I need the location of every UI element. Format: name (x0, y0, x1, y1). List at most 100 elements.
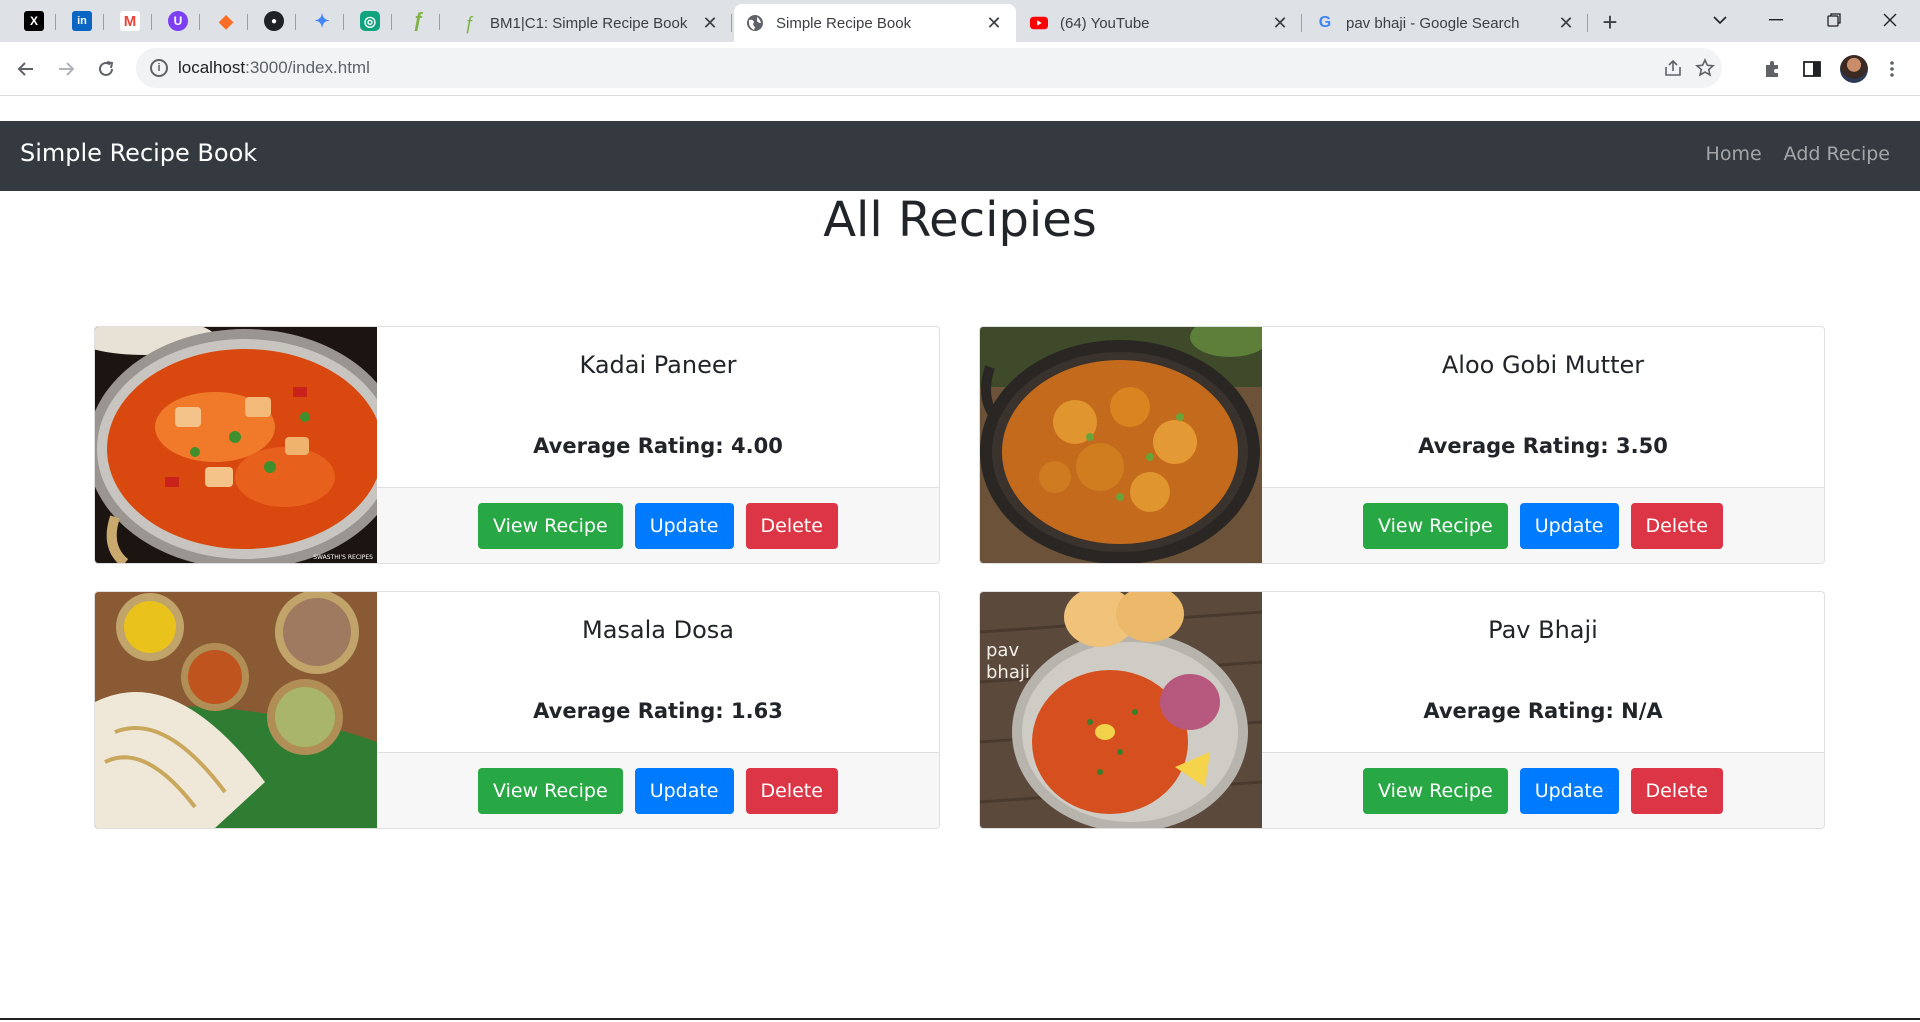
forward-button[interactable] (50, 53, 82, 85)
side-panel-icon[interactable] (1800, 57, 1824, 81)
update-button[interactable]: Update (1519, 502, 1619, 549)
restore-button[interactable] (1806, 0, 1862, 40)
linkedin-icon: in (72, 11, 92, 31)
x-twitter-icon: X (24, 11, 44, 31)
update-button[interactable]: Update (1519, 767, 1619, 814)
google-icon: G (1318, 14, 1332, 31)
close-icon[interactable]: ✕ (1270, 13, 1290, 33)
browser-tab-strip: X in M U ◆ ● ✦ ◎ ƒ ƒ BM1|C1: Simple Reci… (0, 0, 1920, 42)
delete-button[interactable]: Delete (745, 767, 838, 814)
masala-dosa-image (95, 592, 377, 828)
close-icon[interactable]: ✕ (984, 13, 1004, 33)
browser-toolbar: i localhost:3000/index.html (0, 42, 1920, 96)
tab-simple-recipe-book[interactable]: Simple Recipe Book ✕ (734, 4, 1016, 42)
recipe-rating: Average Rating: 1.63 (533, 699, 783, 723)
arrow-left-icon (17, 62, 33, 76)
aloo-gobi-mutter-image (980, 327, 1262, 563)
recipe-name: Aloo Gobi Mutter (1441, 351, 1645, 379)
tab-title: BM1|C1: Simple Recipe Book (490, 14, 688, 32)
recipe-card-body: Masala Dosa Average Rating: 1.63 (377, 592, 939, 752)
kadai-paneer-image: SWASTHI'S RECIPES (95, 327, 377, 563)
recipe-rating: Average Rating: 3.50 (1418, 434, 1668, 458)
github-icon: ● (264, 11, 284, 31)
reload-button[interactable] (90, 53, 122, 85)
pav-bhaji-image: pav bhaji (980, 592, 1262, 828)
delete-button[interactable]: Delete (745, 502, 838, 549)
tab-youtube[interactable]: (64) YouTube ✕ (1018, 4, 1302, 42)
pinned-tab-chatgpt[interactable]: ◎ (348, 6, 392, 36)
pinned-tab-gemini[interactable]: ✦ (300, 6, 344, 36)
bookmark-star-icon[interactable] (1694, 57, 1716, 79)
close-icon (1883, 13, 1897, 27)
tab-search-button[interactable] (1692, 0, 1748, 40)
pinned-tab-gmail[interactable]: M (108, 6, 152, 36)
close-window-button[interactable] (1862, 0, 1918, 40)
nav-link-home[interactable]: Home (1706, 143, 1762, 165)
pinned-tab-app[interactable]: ƒ (396, 6, 440, 36)
recipe-card-footer: View Recipe Update Delete (1262, 487, 1824, 563)
pinned-tab-gitlab[interactable]: ◆ (204, 6, 248, 36)
update-button[interactable]: Update (634, 502, 734, 549)
app-icon: ƒ (412, 9, 424, 32)
info-icon[interactable]: i (150, 59, 168, 77)
recipe-card-footer: View Recipe Update Delete (377, 752, 939, 828)
recipe-card: Masala Dosa Average Rating: 1.63 View Re… (94, 591, 940, 829)
view-recipe-button[interactable]: View Recipe (1363, 502, 1508, 549)
app-icon: ƒ (463, 12, 474, 33)
menu-icon[interactable] (1880, 57, 1904, 81)
youtube-icon (1030, 14, 1048, 32)
recipe-card-footer: View Recipe Update Delete (377, 487, 939, 563)
recipe-card-body: Pav Bhaji Average Rating: N/A (1262, 592, 1824, 752)
page-content: Simple Recipe Book Home Add Recipe All R… (0, 97, 1920, 1020)
minimize-icon (1769, 19, 1783, 21)
close-icon[interactable]: ✕ (700, 13, 720, 33)
delete-button[interactable]: Delete (1630, 767, 1723, 814)
gmail-icon: M (120, 11, 140, 31)
recipe-card: SWASTHI'S RECIPES Kadai Paneer Average R… (94, 326, 940, 564)
tab-title: pav bhaji - Google Search (1346, 14, 1520, 32)
recipe-name: Masala Dosa (581, 616, 734, 644)
pinned-tab-u[interactable]: U (156, 6, 200, 36)
navbar-links: Home Add Recipe (1706, 143, 1890, 165)
recipe-card: pav bhaji Pav Bhaji Average Rating: N/A … (979, 591, 1825, 829)
pinned-tab-github[interactable]: ● (252, 6, 296, 36)
recipe-card: Aloo Gobi Mutter Average Rating: 3.50 Vi… (979, 326, 1825, 564)
recipe-name: Pav Bhaji (1488, 616, 1598, 644)
site-navbar: Simple Recipe Book Home Add Recipe (0, 121, 1920, 191)
globe-icon (746, 14, 764, 32)
pinned-tab-linkedin[interactable]: in (60, 6, 104, 36)
back-button[interactable] (10, 53, 42, 85)
page-bottom-border (0, 1018, 1920, 1020)
extensions-icon[interactable] (1760, 57, 1784, 81)
page-title: All Recipies (823, 192, 1097, 248)
tab-google-search[interactable]: G pav bhaji - Google Search ✕ (1304, 4, 1588, 42)
delete-button[interactable]: Delete (1630, 502, 1723, 549)
tab-bm1-recipe-book[interactable]: ƒ BM1|C1: Simple Recipe Book ✕ (448, 4, 732, 42)
recipe-rating: Average Rating: N/A (1423, 699, 1663, 723)
recipe-rating: Average Rating: 4.00 (533, 434, 783, 458)
profile-avatar[interactable] (1840, 55, 1868, 83)
restore-icon (1827, 13, 1841, 27)
navbar-brand[interactable]: Simple Recipe Book (20, 139, 257, 167)
image-caption: pav bhaji (986, 640, 1030, 683)
reload-icon (99, 61, 114, 76)
tab-title: Simple Recipe Book (776, 14, 912, 32)
new-tab-button[interactable]: + (1596, 7, 1624, 37)
pinned-tab-x[interactable]: X (12, 6, 56, 36)
nav-link-add-recipe[interactable]: Add Recipe (1784, 143, 1890, 165)
chevron-down-icon (1713, 15, 1727, 24)
chatgpt-icon: ◎ (360, 11, 380, 31)
view-recipe-button[interactable]: View Recipe (1363, 767, 1508, 814)
update-button[interactable]: Update (634, 767, 734, 814)
gemini-icon: ✦ (314, 10, 330, 31)
share-icon[interactable] (1662, 57, 1684, 79)
address-bar[interactable]: i localhost:3000/index.html (136, 48, 1722, 88)
view-recipe-button[interactable]: View Recipe (478, 767, 623, 814)
minimize-button[interactable] (1748, 0, 1804, 40)
close-icon[interactable]: ✕ (1556, 13, 1576, 33)
url-text[interactable]: localhost:3000/index.html (178, 58, 370, 78)
u-icon: U (168, 11, 188, 31)
recipe-name: Kadai Paneer (579, 351, 737, 379)
view-recipe-button[interactable]: View Recipe (478, 502, 623, 549)
tab-title: (64) YouTube (1060, 14, 1150, 32)
